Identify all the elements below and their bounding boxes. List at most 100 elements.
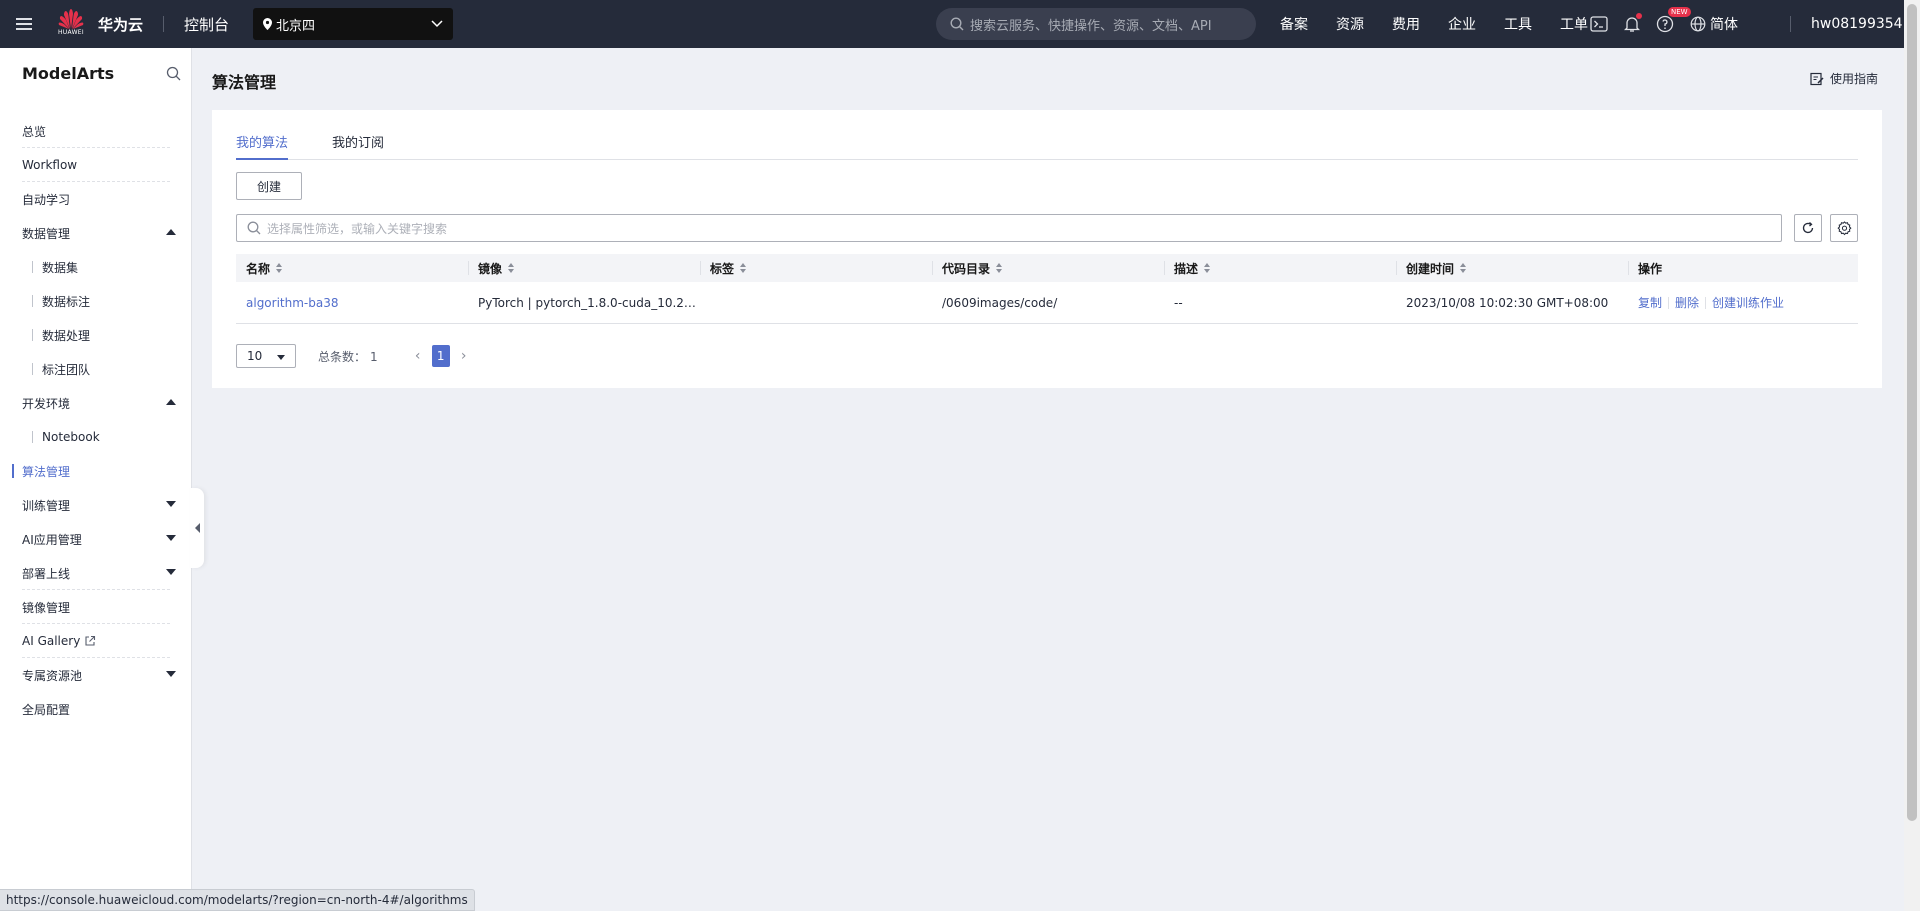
sidebar-item-labeling-team[interactable]: 标注团队 <box>0 352 192 386</box>
sidebar-item-notebook[interactable]: Notebook <box>0 420 192 454</box>
create-button[interactable]: 创建 <box>236 172 302 200</box>
nav-beian[interactable]: 备案 <box>1280 14 1308 34</box>
sidebar-item-label: 标注团队 <box>42 362 91 377</box>
huawei-cloud-logo[interactable]: HUAWEI 华为云 <box>56 8 143 40</box>
table-settings-button[interactable] <box>1830 214 1858 242</box>
sidebar-item-overview[interactable]: 总览 <box>0 114 192 148</box>
chevron-right-icon: › <box>460 348 467 364</box>
sidebar-item-data-processing[interactable]: 数据处理 <box>0 318 192 352</box>
sidebar-item-label: 数据标注 <box>42 294 91 309</box>
nav-resources[interactable]: 资源 <box>1336 14 1364 34</box>
sort-icon <box>508 263 515 273</box>
browser-status-url: https://console.huaweicloud.com/modelart… <box>0 889 475 911</box>
algorithm-card: 我的算法 我的订阅 创建 选择属性筛选，或输入关键字搜索 名称 镜像 标签 代码… <box>212 110 1882 388</box>
caret-down-icon <box>277 355 285 360</box>
vertical-scrollbar[interactable] <box>1904 0 1920 911</box>
sidebar-item-workflow[interactable]: Workflow <box>0 148 192 182</box>
refresh-button[interactable] <box>1794 214 1822 242</box>
col-header-code-dir[interactable]: 代码目录 <box>932 254 1164 282</box>
col-header-label: 标签 <box>710 261 735 276</box>
col-header-actions: 操作 <box>1628 254 1858 282</box>
nav-tools[interactable]: 工具 <box>1504 14 1532 34</box>
sort-icon <box>996 263 1003 273</box>
sidebar-item-global-config[interactable]: 全局配置 <box>0 692 192 726</box>
sidebar-item-image-management[interactable]: 镜像管理 <box>0 590 192 624</box>
notifications-button[interactable] <box>1624 13 1642 33</box>
copy-action[interactable]: 复制 <box>1638 294 1662 311</box>
huawei-flower-icon: HUAWEI <box>56 8 86 40</box>
sidebar: ModelArts 总览 Workflow 自动学习 数据管理 数据集 数据标注… <box>0 48 204 911</box>
nav-billing[interactable]: 费用 <box>1392 14 1420 34</box>
logo-subtext: HUAWEI <box>58 29 84 36</box>
sidebar-collapse-button[interactable] <box>190 488 204 568</box>
language-switcher[interactable]: 简体 <box>1690 14 1738 34</box>
page-size-select[interactable]: 10 <box>236 344 296 368</box>
console-link[interactable]: 控制台 <box>184 14 229 35</box>
divider <box>1790 16 1791 32</box>
sidebar-item-training-management[interactable]: 训练管理 <box>0 488 192 522</box>
sidebar-item-data-management[interactable]: 数据管理 <box>0 216 192 250</box>
sidebar-item-ai-gallery[interactable]: AI Gallery <box>0 624 192 658</box>
col-header-tags[interactable]: 标签 <box>700 254 932 282</box>
region-selector[interactable]: 北京四 <box>253 8 454 40</box>
sidebar-item-ai-app-management[interactable]: AI应用管理 <box>0 522 192 556</box>
globe-icon <box>1690 16 1706 32</box>
algorithm-name-link[interactable]: algorithm-ba38 <box>246 296 338 310</box>
sidebar-item-label: 总览 <box>22 124 47 139</box>
collapse-left-icon <box>194 523 200 533</box>
create-training-job-action[interactable]: 创建训练作业 <box>1712 294 1784 311</box>
divider <box>1705 296 1707 309</box>
location-pin-icon <box>263 18 273 30</box>
sidebar-item-label: AI Gallery <box>22 634 81 648</box>
caret-down-icon <box>166 535 176 541</box>
caret-down-icon <box>166 569 176 575</box>
global-search-input[interactable]: 搜索云服务、快捷操作、资源、文档、API <box>936 8 1256 40</box>
sidebar-item-label: Notebook <box>42 430 100 444</box>
cloud-shell-button[interactable] <box>1590 16 1608 32</box>
sidebar-item-data-labeling[interactable]: 数据标注 <box>0 284 192 318</box>
tab-my-subscriptions[interactable]: 我的订阅 <box>332 132 384 160</box>
username: hw081993541 <box>1811 16 1912 32</box>
nav-tickets[interactable]: 工单 <box>1560 14 1588 34</box>
sidebar-menu: 总览 Workflow 自动学习 数据管理 数据集 数据标注 数据处理 标注团队… <box>0 114 192 726</box>
col-header-label: 描述 <box>1174 261 1199 276</box>
prev-page-button[interactable]: ‹ <box>408 344 428 368</box>
external-link-icon <box>85 635 96 646</box>
brand-name: 华为云 <box>98 15 144 34</box>
tab-my-algorithms[interactable]: 我的算法 <box>236 132 289 160</box>
col-header-created[interactable]: 创建时间 <box>1396 254 1628 282</box>
top-navbar: HUAWEI 华为云 控制台 北京四 搜索云服务、快捷操作、资源、文档、API … <box>0 0 1912 48</box>
sidebar-item-auto-learning[interactable]: 自动学习 <box>0 182 192 216</box>
sidebar-item-label: 算法管理 <box>22 464 71 479</box>
sidebar-item-label: 训练管理 <box>22 498 71 513</box>
next-page-button[interactable]: › <box>454 344 474 368</box>
page-1-button[interactable]: 1 <box>431 345 450 367</box>
sidebar-search-button[interactable] <box>166 66 181 84</box>
col-header-description[interactable]: 描述 <box>1164 254 1396 282</box>
filter-search-input[interactable]: 选择属性筛选，或输入关键字搜索 <box>236 214 1782 242</box>
filter-placeholder: 选择属性筛选，或输入关键字搜索 <box>267 221 448 236</box>
delete-action[interactable]: 删除 <box>1675 294 1699 311</box>
help-icon <box>1656 15 1674 33</box>
sidebar-item-algorithm-management[interactable]: 算法管理 <box>0 454 192 488</box>
col-header-name[interactable]: 名称 <box>236 254 468 282</box>
sidebar-item-dedicated-pools[interactable]: 专属资源池 <box>0 658 192 692</box>
sort-icon <box>276 263 283 273</box>
help-button[interactable]: NEW <box>1656 7 1691 33</box>
table-header: 名称 镜像 标签 代码目录 描述 创建时间 操作 <box>236 254 1858 282</box>
nav-enterprise[interactable]: 企业 <box>1448 14 1476 34</box>
guide-edit-icon <box>1810 72 1824 85</box>
sidebar-item-dev-environment[interactable]: 开发环境 <box>0 386 192 420</box>
hamburger-menu-button[interactable] <box>0 0 48 48</box>
scrollbar-thumb[interactable] <box>1907 4 1917 821</box>
sidebar-title: ModelArts <box>22 64 115 83</box>
sidebar-item-deployment[interactable]: 部署上线 <box>0 556 192 590</box>
region-label: 北京四 <box>276 18 316 34</box>
col-header-image[interactable]: 镜像 <box>468 254 700 282</box>
terminal-icon <box>1590 16 1608 32</box>
sidebar-item-label: 镜像管理 <box>22 600 71 615</box>
col-header-label: 镜像 <box>478 261 503 276</box>
user-account-menu[interactable]: hw081993541 <box>1790 0 1912 48</box>
user-guide-link[interactable]: 使用指南 <box>1810 70 1878 87</box>
sidebar-item-datasets[interactable]: 数据集 <box>0 250 192 284</box>
